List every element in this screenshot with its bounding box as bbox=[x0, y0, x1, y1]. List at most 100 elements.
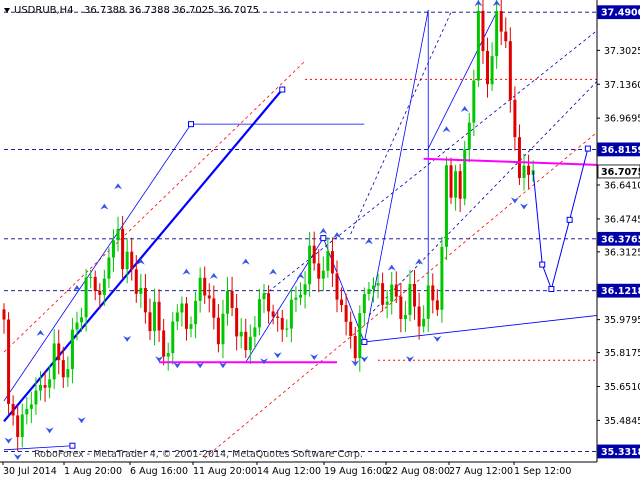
candle-body-71 bbox=[326, 251, 330, 271]
candle-body-23 bbox=[107, 257, 111, 279]
candle-body-113 bbox=[517, 137, 521, 178]
candle-body-58 bbox=[267, 293, 271, 312]
candle-body-98 bbox=[449, 165, 453, 198]
candle-body-62 bbox=[285, 328, 289, 330]
candle-body-77 bbox=[353, 335, 357, 359]
trend-anchor-4 bbox=[361, 338, 368, 345]
forecast-point-0 bbox=[539, 261, 546, 268]
x-tick-label-5: 19 Aug 16:00 bbox=[324, 466, 388, 477]
candle-body-67 bbox=[308, 245, 312, 285]
candle-body-104 bbox=[476, 10, 480, 81]
candle-body-16 bbox=[75, 322, 79, 330]
candle-body-83 bbox=[381, 283, 385, 305]
candle-body-78 bbox=[358, 313, 362, 359]
x-tick-label-1: 1 Aug 20:00 bbox=[64, 466, 122, 477]
candle-body-105 bbox=[481, 10, 485, 51]
candle-body-28 bbox=[130, 251, 134, 270]
candle-body-82 bbox=[376, 283, 380, 286]
price-chart[interactable]: USDRUB,H4 36.7388 36.7388 36.7025 36.707… bbox=[0, 0, 640, 480]
y-tick-label-1: 37.1360 bbox=[604, 80, 640, 91]
candle-body-100 bbox=[458, 171, 462, 199]
candle-body-56 bbox=[257, 299, 261, 328]
x-tick-label-2: 6 Aug 16:00 bbox=[130, 466, 188, 477]
y-tick-label-6: 35.9795 bbox=[604, 315, 640, 326]
trend-anchor-0 bbox=[279, 86, 286, 93]
candle-body-8 bbox=[38, 385, 42, 391]
forecast-point-3 bbox=[584, 145, 591, 152]
x-tick-label-4: 14 Aug 12:00 bbox=[257, 466, 321, 477]
chart-canvas[interactable]: USDRUB,H4 36.7388 36.7388 36.7025 36.707… bbox=[0, 0, 640, 480]
candle-body-108 bbox=[495, 11, 499, 57]
candle-body-22 bbox=[102, 278, 106, 295]
candle-body-95 bbox=[435, 300, 439, 310]
candle-body-69 bbox=[317, 263, 321, 279]
candle-body-38 bbox=[175, 312, 179, 322]
candle-body-31 bbox=[143, 288, 147, 313]
candle-body-19 bbox=[89, 276, 93, 278]
candle-body-79 bbox=[362, 294, 366, 314]
candle-body-66 bbox=[303, 284, 307, 295]
candle-body-90 bbox=[413, 284, 417, 307]
candle-body-63 bbox=[289, 299, 293, 329]
price-badge-label-1: 36.8159 bbox=[601, 145, 640, 156]
y-tick-label-9: 35.4845 bbox=[604, 416, 640, 427]
price-badge-label-0: 37.4900 bbox=[601, 8, 640, 19]
candle-body-39 bbox=[180, 303, 184, 313]
y-tick-label-0: 37.3025 bbox=[604, 46, 640, 57]
candle-body-34 bbox=[157, 301, 161, 331]
trend-anchor-3 bbox=[320, 235, 327, 242]
candle-body-57 bbox=[262, 293, 266, 300]
forecast-point-2 bbox=[566, 216, 573, 223]
candle-body-18 bbox=[84, 277, 88, 318]
y-tick-label-8: 35.6510 bbox=[604, 382, 640, 393]
x-tick-label-0: 30 Jul 2014 bbox=[3, 466, 57, 477]
candle-body-14 bbox=[66, 369, 70, 378]
candle-body-0 bbox=[2, 309, 6, 320]
candle-body-106 bbox=[486, 50, 490, 85]
candle-body-112 bbox=[513, 99, 517, 138]
candle-body-70 bbox=[321, 270, 325, 279]
y-tick-label-5: 36.3125 bbox=[604, 247, 640, 258]
candle-body-30 bbox=[139, 288, 143, 294]
candle-body-84 bbox=[385, 301, 389, 305]
candle-body-115 bbox=[527, 165, 531, 175]
candle-body-75 bbox=[344, 305, 348, 322]
y-tick-label-3: 36.6410 bbox=[604, 181, 640, 192]
candle-body-49 bbox=[226, 291, 230, 314]
candle-body-94 bbox=[431, 285, 435, 301]
candle-body-81 bbox=[371, 285, 375, 289]
x-tick-label-3: 11 Aug 20:00 bbox=[193, 466, 257, 477]
candle-body-46 bbox=[212, 298, 216, 318]
candle-body-42 bbox=[194, 300, 198, 325]
candle-body-11 bbox=[52, 343, 56, 380]
candle-body-76 bbox=[349, 321, 353, 336]
candle-body-6 bbox=[29, 404, 33, 409]
candle-body-35 bbox=[162, 330, 166, 357]
candle-body-91 bbox=[417, 306, 421, 327]
candle-body-9 bbox=[43, 385, 47, 388]
candle-body-33 bbox=[153, 301, 157, 332]
candle-body-10 bbox=[48, 379, 52, 388]
forecast-point-1 bbox=[548, 286, 555, 293]
candle-body-1 bbox=[7, 319, 11, 404]
candle-body-15 bbox=[70, 329, 74, 370]
candle-body-40 bbox=[184, 303, 188, 329]
candle-body-43 bbox=[198, 277, 202, 301]
candle-body-51 bbox=[235, 308, 239, 337]
candle-body-97 bbox=[444, 165, 448, 247]
symbol-label: USDRUB,H4 bbox=[14, 5, 74, 16]
candle-body-89 bbox=[408, 284, 412, 315]
candle-body-65 bbox=[299, 294, 302, 298]
candle-body-55 bbox=[253, 327, 257, 337]
candle-body-5 bbox=[25, 408, 29, 415]
y-tick-label-2: 36.9695 bbox=[604, 114, 640, 125]
candle-body-32 bbox=[148, 312, 152, 332]
candle-body-68 bbox=[312, 245, 316, 264]
candle-body-41 bbox=[189, 324, 193, 329]
candle-body-92 bbox=[422, 318, 426, 327]
candle-body-37 bbox=[171, 321, 175, 354]
y-tick-label-4: 36.4745 bbox=[604, 214, 640, 225]
candle-body-64 bbox=[294, 297, 298, 300]
candle-body-93 bbox=[426, 285, 430, 319]
candle-body-13 bbox=[61, 360, 65, 378]
